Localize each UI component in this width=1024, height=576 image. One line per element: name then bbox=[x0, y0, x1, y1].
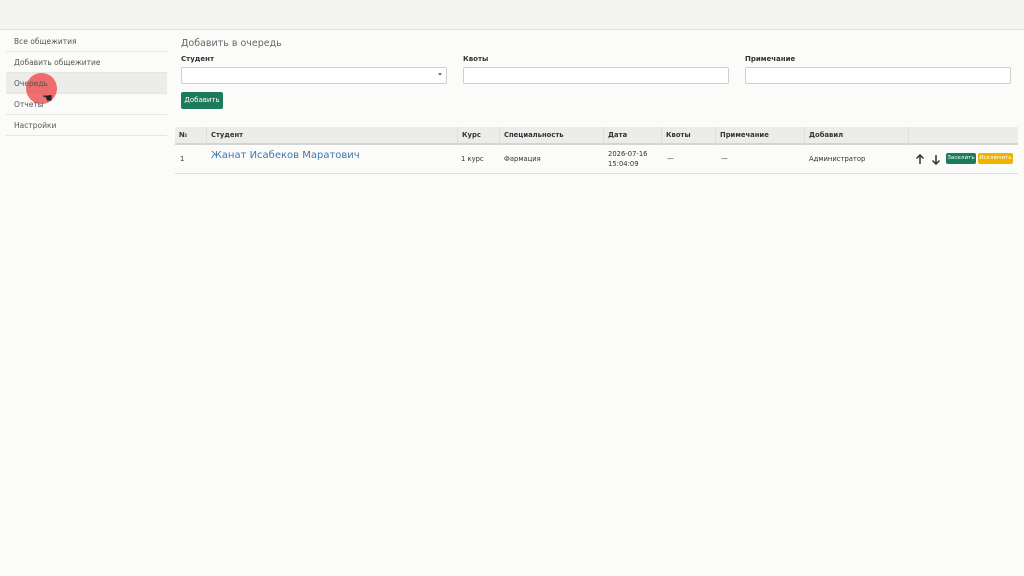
sidebar-item-settings[interactable]: Настройки bbox=[6, 115, 167, 136]
student-name-link[interactable]: Жанат Исабеков Маратович bbox=[211, 150, 360, 161]
header-actions bbox=[909, 127, 1018, 145]
header-specialty: Специальность bbox=[500, 127, 604, 145]
row-specialty: Фармация bbox=[504, 155, 541, 163]
sidebar-item-label: Очередь bbox=[14, 79, 48, 88]
arrow-up-icon[interactable] bbox=[915, 154, 925, 165]
row-date-time: 15:04:09 bbox=[608, 160, 639, 168]
row-added-by: Администратор bbox=[809, 155, 866, 163]
row-date: 2026-07-16 15:04:09 bbox=[604, 150, 648, 168]
student-select[interactable] bbox=[181, 67, 447, 84]
sidebar-item-queue[interactable]: Очередь ☚ bbox=[6, 73, 167, 105]
student-field-label: Студент bbox=[181, 55, 215, 63]
table-header: № Студент Курс Специальность Дата Квоты … bbox=[175, 127, 1018, 145]
settle-button[interactable]: Заселить bbox=[946, 153, 976, 164]
header-quota: Квоты bbox=[662, 127, 716, 145]
dropdown-arrow-icon bbox=[438, 73, 442, 76]
header-added-by: Добавил bbox=[805, 127, 909, 145]
exclude-button[interactable]: Исключить bbox=[978, 153, 1013, 164]
header-number: № bbox=[175, 127, 207, 145]
header-date: Дата bbox=[604, 127, 662, 145]
sidebar-item-label: Отчеты bbox=[14, 100, 44, 109]
sidebar-item-label: Настройки bbox=[14, 121, 57, 130]
quota-input[interactable] bbox=[463, 67, 729, 84]
top-bar bbox=[0, 0, 1024, 30]
row-course: 1 курс bbox=[461, 155, 484, 163]
header-note: Примечание bbox=[716, 127, 805, 145]
header-student: Студент bbox=[207, 127, 458, 145]
note-field-label: Примечание bbox=[745, 55, 796, 63]
header-course: Курс bbox=[458, 127, 500, 145]
row-date-day: 2026-07-16 bbox=[608, 150, 648, 158]
row-number: 1 bbox=[180, 155, 185, 163]
sidebar-item-add-dorm[interactable]: Добавить общежитие bbox=[6, 52, 167, 73]
add-button[interactable]: Добавить bbox=[181, 92, 223, 109]
sidebar-item-all-dorms[interactable]: Все общежития bbox=[6, 31, 167, 52]
queue-table: № Студент Курс Специальность Дата Квоты … bbox=[175, 127, 1018, 174]
row-note: — bbox=[721, 155, 728, 163]
form-title: Добавить в очередь bbox=[181, 38, 282, 49]
row-quota: — bbox=[667, 155, 674, 163]
sidebar: Все общежития Добавить общежитие Очередь… bbox=[6, 31, 167, 136]
quota-field-label: Квоты bbox=[463, 55, 489, 63]
sidebar-item-reports[interactable]: Отчеты bbox=[6, 94, 167, 115]
sidebar-item-label: Добавить общежитие bbox=[14, 58, 101, 67]
sidebar-item-label: Все общежития bbox=[14, 37, 77, 46]
note-input[interactable] bbox=[745, 67, 1011, 84]
arrow-down-icon[interactable] bbox=[931, 154, 941, 165]
table-row: 1 Жанат Исабеков Маратович 1 курс Фармац… bbox=[175, 145, 1018, 174]
